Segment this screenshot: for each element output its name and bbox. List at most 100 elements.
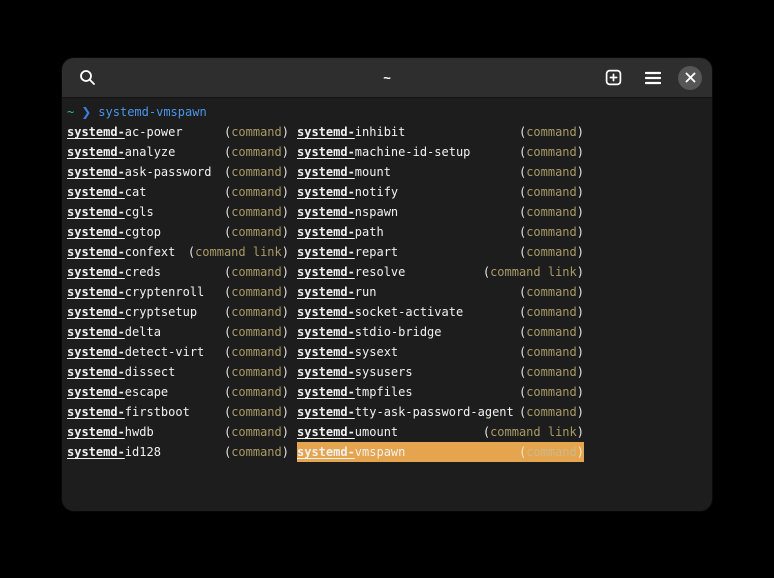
completion-item: systemd-mount(command) (297, 162, 584, 182)
completion-item-name: systemd-escape (67, 382, 168, 402)
completion-item: systemd-id128(command) (67, 442, 289, 462)
completion-item-description: (command) (224, 402, 289, 422)
completion-row: systemd-dissect(command)systemd-sysusers… (67, 362, 707, 382)
completion-row: systemd-cgls (command) systemd-nspawn (comm… (67, 202, 707, 222)
completion-item-description: (command link) (483, 422, 584, 442)
completion-item-description: (command) (224, 342, 289, 362)
completion-item-name: systemd-socket-activate (297, 302, 463, 322)
prompt-symbol: ❯ (81, 102, 91, 122)
completion-item-name: systemd-tty-ask-password-agent (297, 402, 514, 422)
completion-row: systemd-hwdb(command) systemd-umount (comm… (67, 422, 707, 442)
titlebar[interactable]: ~ (62, 58, 712, 98)
new-tab-button[interactable] (598, 63, 628, 93)
completion-item-name: systemd-notify (297, 182, 398, 202)
completion-item: systemd-delta (command) (67, 322, 289, 342)
completion-item-description: (command) (224, 202, 289, 222)
completion-item: systemd-repart(command) (297, 242, 584, 262)
completion-item-description: (command) (519, 362, 584, 382)
completion-item-name: systemd-firstboot (67, 402, 190, 422)
completion-item-description: (command) (224, 442, 289, 462)
completion-item-name: systemd-stdio-bridge (297, 322, 442, 342)
completion-item-description: (command) (519, 382, 584, 402)
completion-item-name: systemd-sysext (297, 342, 398, 362)
completion-item-description: (command link) (483, 262, 584, 282)
completion-row: systemd-delta (command) systemd-stdio-brid… (67, 322, 707, 342)
completion-row: systemd-analyze(command) systemd-machine-… (67, 142, 707, 162)
search-button[interactable] (72, 63, 102, 93)
completion-item: systemd-cgtop(command) (67, 222, 289, 242)
completion-item-description: (command) (224, 222, 289, 242)
completion-item: systemd-tmpfiles (command) (297, 382, 584, 402)
completion-item: systemd-escape(command) (67, 382, 289, 402)
completion-item-description: (command) (519, 202, 584, 222)
completion-item: systemd-hwdb(command) (67, 422, 289, 442)
completion-item-selected: systemd-vmspawn(command) (297, 442, 584, 462)
completion-item-description: (command) (224, 362, 289, 382)
terminal-window: ~ (62, 58, 712, 511)
completion-item-description: (command) (519, 242, 584, 262)
completion-row: systemd-confext (command link) systemd-rep… (67, 242, 707, 262)
completion-row: systemd-ac-power(command)systemd-inhibit… (67, 122, 707, 142)
completion-item: systemd-ac-power (command) (67, 122, 289, 142)
completion-row: systemd-cryptsetup(command) systemd-socke… (67, 302, 707, 322)
completion-item-name: systemd-vmspawn (297, 442, 405, 462)
completion-item-name: systemd-cryptenroll (67, 282, 204, 302)
new-tab-icon (605, 69, 622, 86)
completion-item-name: systemd-cgls (67, 202, 154, 222)
completion-item: systemd-cryptsetup(command) (67, 302, 289, 322)
completion-item: systemd-path(command) (297, 222, 584, 242)
completion-row: systemd-firstboot(command)systemd-tty-as… (67, 402, 707, 422)
completion-item-name: systemd-machine-id-setup (297, 142, 470, 162)
completion-item: systemd-analyze(command) (67, 142, 289, 162)
completion-item: systemd-cgls (command) (67, 202, 289, 222)
completion-item-name: systemd-ask-password (67, 162, 212, 182)
completion-item-description: (command) (519, 302, 584, 322)
completion-item-name: systemd-nspawn (297, 202, 398, 222)
completion-item-name: systemd-delta (67, 322, 161, 342)
menu-icon (645, 71, 661, 85)
completion-item-description: (command) (224, 262, 289, 282)
search-icon (79, 69, 96, 86)
completion-item: systemd-dissect (command) (67, 362, 289, 382)
completion-item: systemd-notify (command) (297, 182, 584, 202)
completion-item-description: (command) (224, 122, 289, 142)
completion-item: systemd-creds (command) (67, 262, 289, 282)
completion-item-name: systemd-umount (297, 422, 398, 442)
prompt-line: ~ ❯ systemd-vmspawn (67, 102, 707, 122)
menu-button[interactable] (638, 63, 668, 93)
completion-item-name: systemd-creds (67, 262, 161, 282)
completion-item-description: (command) (224, 422, 289, 442)
prompt-command-text: systemd-vmspawn (98, 102, 206, 122)
completion-item-name: systemd-tmpfiles (297, 382, 413, 402)
completion-item-name: systemd-mount (297, 162, 391, 182)
completion-item-name: systemd-confext (67, 242, 175, 262)
completion-item-description: (command) (519, 282, 584, 302)
completion-item-description: (command) (224, 322, 289, 342)
prompt-cwd: ~ (67, 102, 74, 122)
completion-item: systemd-resolve (command link) (297, 262, 584, 282)
completion-row: systemd-creds (command) systemd-resolve (co… (67, 262, 707, 282)
completion-item-name: systemd-dissect (67, 362, 175, 382)
completion-item: systemd-detect-virt(command) (67, 342, 289, 362)
completion-item-description: (command) (519, 342, 584, 362)
completion-item-description: (command) (519, 122, 584, 142)
completion-item-description: (command) (519, 182, 584, 202)
terminal-content[interactable]: ~ ❯ systemd-vmspawn systemd-ac-power (com… (62, 98, 712, 462)
close-button[interactable] (678, 66, 702, 90)
close-icon (685, 72, 696, 83)
completion-item-name: systemd-resolve (297, 262, 405, 282)
window-title: ~ (383, 70, 391, 85)
completion-item: systemd-socket-activate (command) (297, 302, 584, 322)
completion-item-description: (command) (519, 402, 584, 422)
completion-item-name: systemd-cat (67, 182, 146, 202)
completion-item-description: (command) (519, 322, 584, 342)
completion-item-description: (command link) (188, 242, 289, 262)
completion-item-name: systemd-ac-power (67, 122, 183, 142)
completion-item: systemd-confext (command link) (67, 242, 289, 262)
completion-row: systemd-id128(command)systemd-vmspawn(co… (67, 442, 707, 462)
completion-item: systemd-cryptenroll(command) (67, 282, 289, 302)
completion-item-name: systemd-analyze (67, 142, 175, 162)
completion-list: systemd-ac-power(command)systemd-inhibit… (67, 122, 707, 462)
completion-item: systemd-run(command) (297, 282, 584, 302)
completion-item: systemd-sysext (command) (297, 342, 584, 362)
